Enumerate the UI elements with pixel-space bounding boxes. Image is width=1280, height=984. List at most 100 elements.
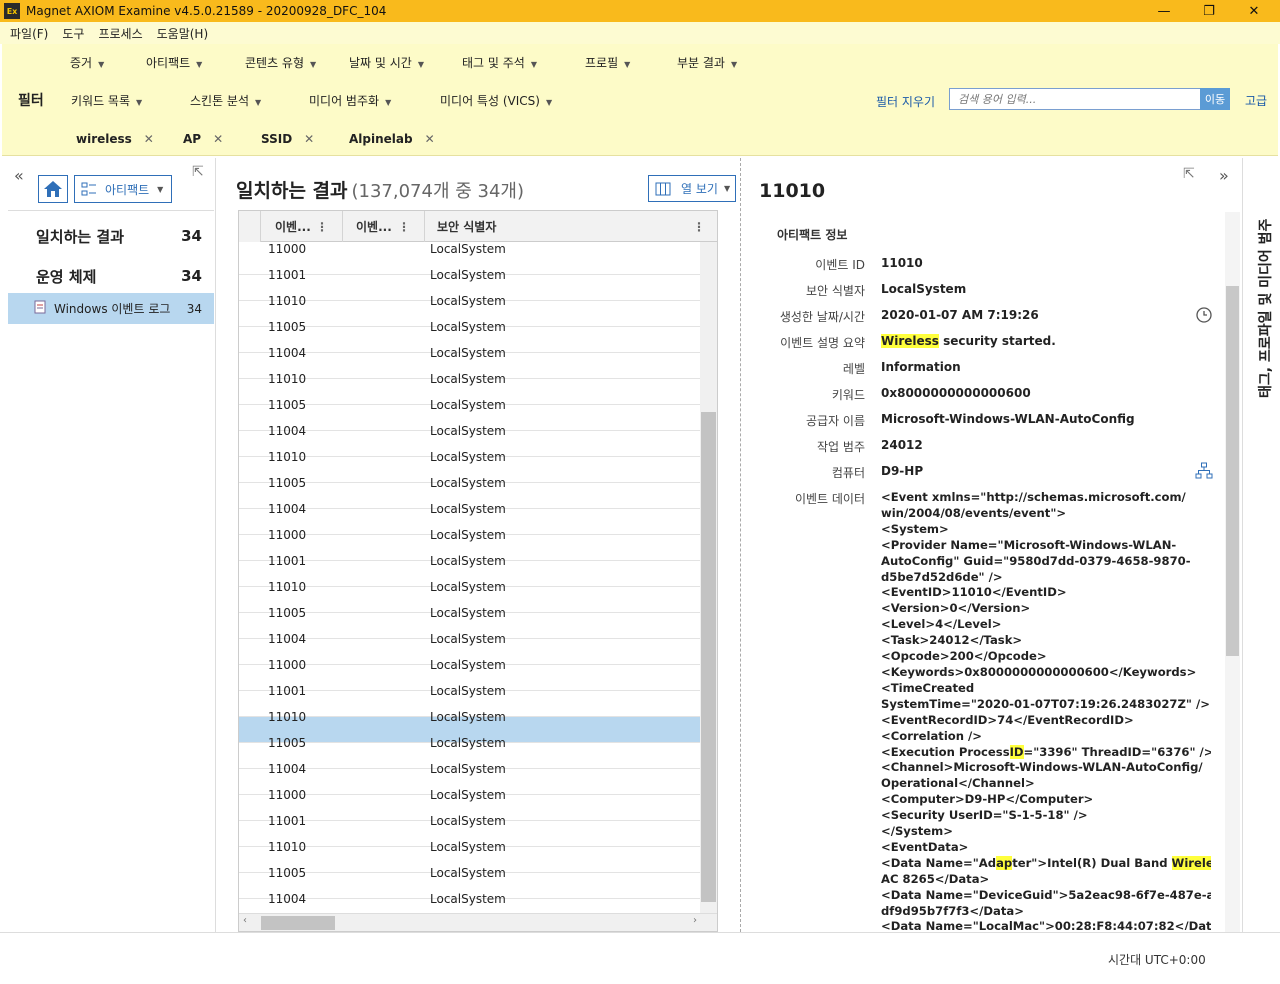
close-icon[interactable]: ✕ [304,132,314,146]
cell-security-id: LocalSystem [430,528,506,542]
tree-item-windows-event-log[interactable]: Windows 이벤트 로그 34 [8,293,214,324]
close-icon[interactable]: ✕ [425,132,435,146]
move-button[interactable]: 이동 [1200,88,1230,110]
minimize-button[interactable]: — [1144,0,1184,22]
close-icon[interactable]: ✕ [144,132,154,146]
close-button[interactable]: ✕ [1234,0,1274,22]
clear-filter-link[interactable]: 필터 지우기 [876,93,935,110]
chevron-down-icon: ▼ [545,98,553,107]
scroll-left-icon[interactable]: ‹ [243,915,247,926]
cell-event-id: 11000 [268,242,307,256]
filter-media-categorization-dropdown[interactable]: 미디어 범주화 ▼ [309,92,391,109]
tags-profiles-media-sidetab[interactable]: 태그, 프로파일 및 미디어 범주 [1242,158,1278,932]
close-icon[interactable]: ✕ [213,132,223,146]
filter-artifact-dropdown[interactable]: 아티팩트 ▼ [146,54,202,71]
menu-tools[interactable]: 도구 [62,25,84,42]
tree-item-count: 34 [181,267,202,285]
cell-security-id: LocalSystem [430,866,506,880]
field-value: 0x8000000000000600 [881,386,1031,400]
cell-security-id: LocalSystem [430,268,506,282]
menu-bar: 파일(F) 도구 프로세스 도움말(H) [0,22,1280,44]
cell-security-id: LocalSystem [430,502,506,516]
cell-security-id: LocalSystem [430,320,506,334]
columns-icon [655,182,671,195]
column-menu-icon[interactable]: ⋮ [398,220,410,234]
chevron-down-icon: ▼ [255,98,262,107]
column-header-event-id[interactable]: 이벤... ⋮ [261,211,343,242]
results-title: 일치하는 결과 (137,074개 중 34개) [236,176,524,203]
horizontal-scrollbar[interactable]: ‹ › [239,913,717,931]
tree-item-operating-system[interactable]: 운영 체제 34 [8,259,214,293]
cell-security-id: LocalSystem [430,658,506,672]
cell-security-id: LocalSystem [430,398,506,412]
filter-skintone-dropdown[interactable]: 스킨톤 분석 ▼ [190,92,261,109]
field-value: D9-HP [881,464,923,478]
cell-security-id: LocalSystem [430,424,506,438]
clock-icon[interactable] [1195,306,1213,324]
filter-partial-dropdown[interactable]: 부분 결과 ▼ [677,54,737,71]
scroll-thumb[interactable] [1226,286,1239,656]
filter-vics-label: 미디어 특성 (VICS) [440,94,540,108]
chevron-down-icon: ▼ [723,184,731,193]
field-value-text: 0x8000000000000600 [881,386,1031,400]
chip-label: AP [183,132,202,146]
vertical-scrollbar[interactable] [700,242,717,913]
cell-event-id: 11010 [268,294,307,308]
filter-vics-dropdown[interactable]: 미디어 특성 (VICS) ▼ [440,92,552,109]
tree-item-matching-results[interactable]: 일치하는 결과 34 [8,219,214,253]
expand-right-icon[interactable]: » [1219,166,1229,185]
artifact-view-label: 아티팩트 [105,182,150,197]
cell-event-id: 11004 [268,346,307,360]
chevron-down-icon: ▼ [310,60,317,69]
advanced-link[interactable]: 고급 [1245,92,1267,109]
cell-event-id: 11000 [268,788,307,802]
column-header-security-id[interactable]: 보안 식별자 ⋮ [425,211,717,242]
pin-icon[interactable]: ⇱ [192,164,204,180]
artifact-view-dropdown[interactable]: 아티팩트 ▼ [74,175,172,203]
header-select-cell[interactable] [239,211,261,242]
artifact-tree: 일치하는 결과 34 운영 체제 34 Windows 이벤트 로그 34 [8,210,214,932]
column-view-dropdown[interactable]: 열 보기 ▼ [648,175,736,202]
cell-event-id: 11005 [268,606,307,620]
collapse-left-icon[interactable]: « [14,166,24,185]
filter-content-type-label: 콘텐츠 유형 [245,56,305,70]
cell-event-id: 11005 [268,398,307,412]
column-menu-icon[interactable]: ⋮ [316,220,328,234]
maximize-button[interactable]: ❐ [1189,0,1229,22]
filter-profile-dropdown[interactable]: 프로필 ▼ [585,54,630,71]
field-key: 생성한 날짜/시간 [779,310,865,324]
field-value-text: Microsoft-Windows-WLAN-AutoConfig [881,412,1135,426]
field-value: 11010 [881,256,923,270]
cell-security-id: LocalSystem [430,710,506,724]
menu-process[interactable]: 프로세스 [98,25,142,42]
menu-file[interactable]: 파일(F) [10,25,48,42]
cell-security-id: LocalSystem [430,736,506,750]
home-icon [44,181,62,197]
home-button[interactable] [38,175,68,203]
scroll-thumb[interactable] [261,916,335,930]
field-value-text: 24012 [881,438,923,452]
cell-security-id: LocalSystem [430,788,506,802]
results-title-text: 일치하는 결과 [236,180,348,202]
filter-evidence-dropdown[interactable]: 증거 ▼ [70,54,104,71]
search-input[interactable] [949,88,1201,110]
filter-content-type-dropdown[interactable]: 콘텐츠 유형 ▼ [245,54,316,71]
column-header-event-2[interactable]: 이벤... ⋮ [343,211,425,242]
cell-security-id: LocalSystem [430,840,506,854]
chevron-down-icon: ▼ [385,98,392,107]
field-value-text: security started. [938,334,1056,348]
filter-media-categorization-label: 미디어 범주화 [309,94,380,108]
menu-help[interactable]: 도움말(H) [157,25,209,42]
pin-icon[interactable]: ⇱ [1183,166,1195,182]
cell-security-id: LocalSystem [430,606,506,620]
scroll-thumb[interactable] [701,412,716,902]
network-icon[interactable] [1195,462,1213,480]
column-header-label: 이벤... [275,220,311,234]
scroll-right-icon[interactable]: › [693,915,697,926]
vertical-scrollbar[interactable] [1225,212,1240,932]
filter-datetime-dropdown[interactable]: 날짜 및 시간 ▼ [349,54,424,71]
filter-tags-dropdown[interactable]: 태그 및 주석 ▼ [462,54,537,71]
column-menu-icon[interactable]: ⋮ [693,220,705,234]
field-value-text: Information [881,360,961,374]
filter-keyword-list-dropdown[interactable]: 키워드 목록 ▼ [71,92,142,109]
